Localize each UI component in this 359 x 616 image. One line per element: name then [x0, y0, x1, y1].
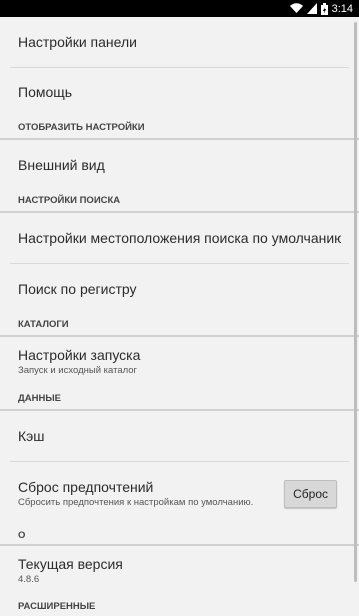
category-search: НАСТРОЙКИ ПОИСКА [0, 189, 359, 213]
panel-settings-title: Настройки панели [18, 34, 137, 50]
reset-prefs-subtitle: Сбросить предпочтения к настройкам по ум… [18, 497, 254, 508]
launch-settings-item[interactable]: Настройки запуска Запуск и исходный ката… [0, 337, 359, 387]
appearance-item[interactable]: Внешний вид [0, 140, 359, 189]
wifi-icon [289, 3, 303, 14]
default-search-location-title: Настройки местоположения поиска по умолч… [18, 230, 341, 246]
default-search-location-item[interactable]: Настройки местоположения поиска по умолч… [0, 213, 359, 263]
launch-settings-subtitle: Запуск и исходный каталог [18, 365, 138, 376]
case-search-item[interactable]: Поиск по регистру [0, 264, 359, 313]
status-bar: 3:14 [0, 0, 359, 17]
panel-settings-item[interactable]: Настройки панели [0, 17, 359, 67]
help-title: Помощь [18, 84, 73, 100]
current-version-title: Текущая версия [18, 556, 123, 572]
help-item[interactable]: Помощь [0, 68, 359, 116]
launch-settings-title: Настройки запуска [18, 347, 141, 363]
cache-title: Кэш [18, 428, 45, 444]
settings-list: Настройки панели Помощь ОТОБРАЗИТЬ НАСТР… [0, 17, 359, 616]
case-search-title: Поиск по регистру [18, 280, 137, 297]
reset-button[interactable]: Сброс [284, 480, 337, 508]
current-version-value: 4.8.6 [18, 574, 40, 585]
category-data: ДАННЫЕ [0, 387, 359, 411]
category-advanced: РАСШИРЕННЫЕ [18, 600, 96, 612]
appearance-title: Внешний вид [18, 156, 105, 173]
cache-item[interactable]: Кэш [0, 411, 359, 461]
scrollbar[interactable] [354, 22, 357, 582]
category-catalogs: КАТАЛОГИ [0, 313, 359, 337]
category-about: О [0, 526, 359, 546]
cell-signal-icon [306, 3, 317, 14]
battery-icon [320, 2, 328, 15]
category-display: ОТОБРАЗИТЬ НАСТРОЙКИ [0, 116, 359, 140]
reset-prefs-item: Сброс предпочтений Сбросить предпочтения… [0, 462, 359, 526]
reset-prefs-title: Сброс предпочтений [18, 479, 154, 495]
status-time: 3:14 [331, 2, 353, 15]
current-version-item[interactable]: Текущая версия 4.8.6 [0, 546, 359, 596]
